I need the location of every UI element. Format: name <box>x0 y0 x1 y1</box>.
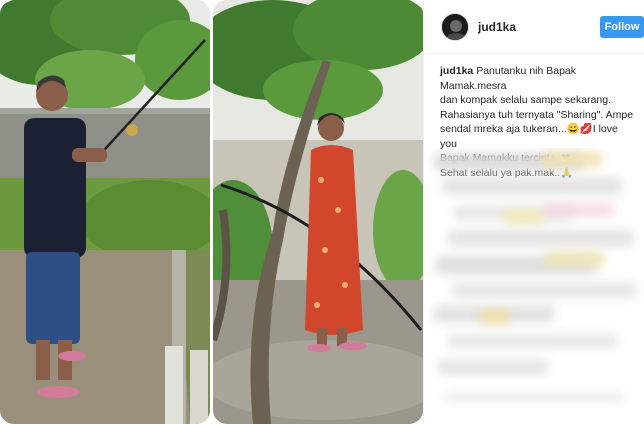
caption-line-4: sendal mreka aja tukeran...😀💋I love you <box>440 123 618 150</box>
caption-username[interactable]: jud1ka <box>440 65 473 77</box>
blurred-comment <box>544 204 614 216</box>
caption-line-1: jud1ka Panutanku nih Bapak Mamak.mesra <box>440 64 636 93</box>
caption-line-2: dan kompak selalu sampe sekarang. <box>440 94 612 106</box>
blurred-comment <box>448 334 618 348</box>
blurred-comment <box>542 152 602 166</box>
photo-panel-left <box>0 0 210 424</box>
instagram-post: jud1ka Follow jud1ka Panutanku nih Bapak… <box>0 0 644 424</box>
blurred-comment <box>544 252 604 266</box>
blurred-comment <box>504 210 544 224</box>
blurred-comments <box>424 148 644 424</box>
blurred-comment <box>480 310 510 324</box>
post-photo[interactable] <box>0 0 423 424</box>
blurred-comment <box>452 282 636 298</box>
profile-avatar-icon[interactable] <box>441 13 469 41</box>
blurred-comment <box>448 230 634 246</box>
blurred-comment <box>442 178 622 194</box>
caption-line-3: Rahasianya tuh ternyata "Sharing". Ampe <box>440 108 634 121</box>
profile-username[interactable]: jud1ka <box>478 20 516 34</box>
photo-panel-right <box>213 0 423 424</box>
blurred-comment <box>438 360 548 374</box>
avatar-image <box>442 14 468 40</box>
man-fishing-illustration <box>0 0 210 424</box>
blurred-comment <box>444 392 624 402</box>
woman-tree-illustration <box>213 0 423 424</box>
post-sidebar: jud1ka Follow jud1ka Panutanku nih Bapak… <box>423 0 644 424</box>
post-header: jud1ka Follow <box>424 0 644 54</box>
follow-button[interactable]: Follow <box>600 16 644 38</box>
